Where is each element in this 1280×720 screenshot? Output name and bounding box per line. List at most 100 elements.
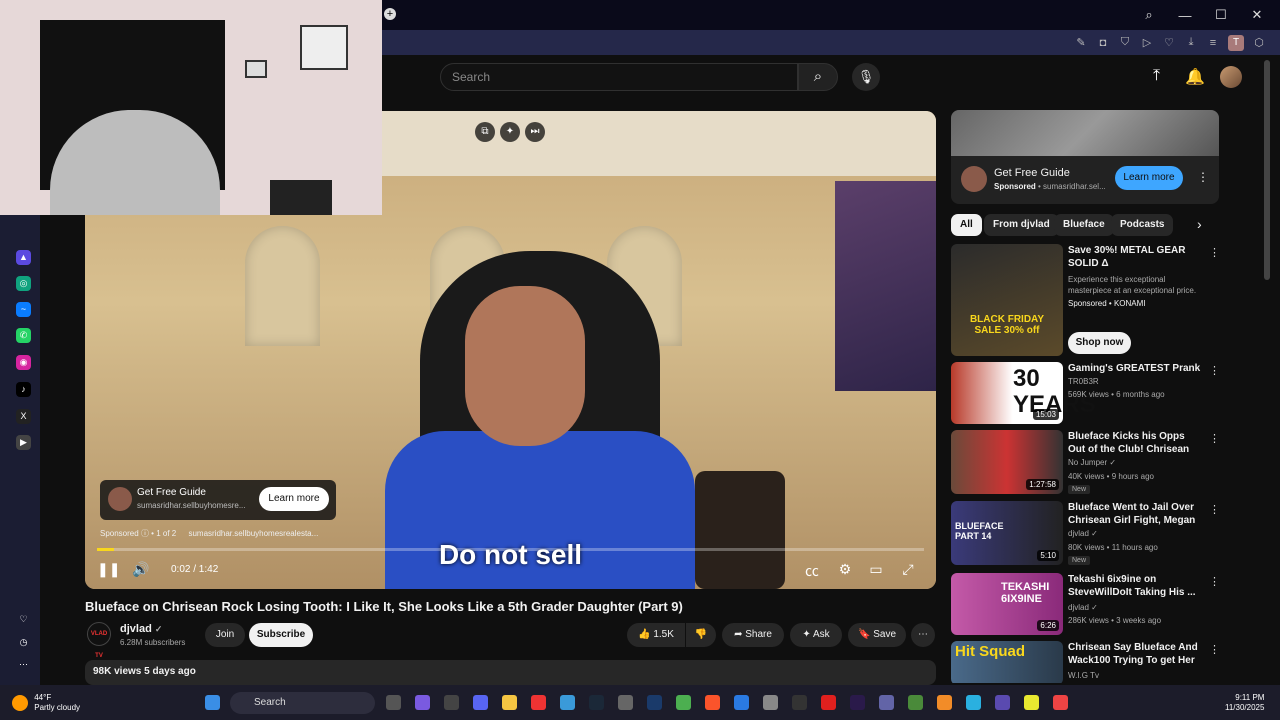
task-view-icon[interactable] xyxy=(386,695,401,710)
settings-icon[interactable]: ⚙ xyxy=(835,561,855,578)
whatsapp-icon[interactable]: ✆ xyxy=(16,328,31,343)
volume-icon[interactable]: 🔊 xyxy=(131,561,151,578)
opera-icon[interactable] xyxy=(821,695,836,710)
player-icon[interactable]: ▶ xyxy=(16,435,31,450)
channel-name[interactable]: djvlad ✓ xyxy=(120,623,162,635)
theater-icon[interactable]: ▭ xyxy=(866,561,886,578)
taskbar-search[interactable]: Search xyxy=(230,692,375,714)
ask-button[interactable]: ✦ Ask xyxy=(790,623,842,647)
more-icon[interactable]: ⋮ xyxy=(1209,575,1220,588)
teams-icon[interactable] xyxy=(879,695,894,710)
chevron-right-icon[interactable]: › xyxy=(1197,216,1202,232)
play-icon[interactable]: ▷ xyxy=(1140,36,1154,49)
app-icon[interactable] xyxy=(444,695,459,710)
maximize-button[interactable]: ☐ xyxy=(1214,7,1228,23)
rec-channel[interactable]: djvlad ✓ xyxy=(1068,529,1098,538)
page-scrollbar[interactable] xyxy=(1264,60,1270,280)
history-icon[interactable]: ◷ xyxy=(16,635,31,650)
skip-icon[interactable]: ⏭ xyxy=(525,122,545,142)
progress-bar[interactable] xyxy=(97,548,924,551)
list-item[interactable]: 1:27:58 Blueface Kicks his Opps Out of t… xyxy=(951,430,1220,494)
upload-icon[interactable]: ⤒ xyxy=(1153,67,1160,85)
chip-all[interactable]: All xyxy=(951,214,982,236)
new-tab-button[interactable]: + xyxy=(384,8,396,20)
list-item[interactable]: 30 YEARS 15:03 Gaming's GREATEST Prank T… xyxy=(951,362,1220,424)
download-icon[interactable]: ⤓ xyxy=(1184,36,1198,49)
app-icon[interactable] xyxy=(1024,695,1039,710)
pause-icon[interactable]: ❚❚ xyxy=(97,561,120,578)
obs-icon[interactable] xyxy=(618,695,633,710)
search-button[interactable]: ⌕ xyxy=(798,63,838,91)
sidebar-ad-learn-more-button[interactable]: Learn more xyxy=(1115,166,1183,190)
shield-icon[interactable]: ⛉ xyxy=(1118,36,1132,49)
captions-icon[interactable]: ㏄ xyxy=(802,561,822,581)
list-item[interactable]: BLUEFACE PART 14 5:10 Blueface Went to J… xyxy=(951,501,1220,565)
copilot-icon[interactable] xyxy=(415,695,430,710)
app-icon[interactable] xyxy=(937,695,952,710)
like-button[interactable]: 👍 1.5K xyxy=(627,623,685,647)
sidebar-ad-more-icon[interactable]: ⋮ xyxy=(1197,170,1209,184)
voice-search-button[interactable]: 🎙 xyxy=(852,63,880,91)
more-icon[interactable]: ⋮ xyxy=(1209,246,1220,259)
chatgpt-icon[interactable]: ◎ xyxy=(16,276,31,291)
rec-channel[interactable]: W.I.G Tv xyxy=(1068,671,1099,680)
bell-icon[interactable]: 🔔 xyxy=(1185,67,1205,87)
dislike-button[interactable]: 👎 xyxy=(686,623,716,647)
more-actions-button[interactable]: ⋯ xyxy=(911,623,935,647)
messenger-icon[interactable]: ~ xyxy=(16,302,31,317)
chip-from-djvlad[interactable]: From djvlad xyxy=(984,214,1059,236)
shop-now-button[interactable]: Shop now xyxy=(1068,332,1131,354)
rec-channel[interactable]: No Jumper ✓ xyxy=(1068,458,1116,467)
description-box[interactable]: 98K views 5 days ago xyxy=(85,660,936,685)
list-item[interactable]: BLACK FRIDAY SALE 30% off Save 30%! META… xyxy=(951,244,1220,356)
list-item[interactable]: TEKASHI 6IX9INE 6:26 Tekashi 6ix9ine on … xyxy=(951,573,1220,635)
more-icon[interactable]: ⋮ xyxy=(1209,364,1220,377)
sidebar-ad[interactable]: Get Free Guide Sponsored • sumasridhar.s… xyxy=(951,110,1219,204)
discord-icon[interactable] xyxy=(473,695,488,710)
close-button[interactable]: ✕ xyxy=(1250,7,1264,23)
effects-icon[interactable]: ✦ xyxy=(500,122,520,142)
instagram-icon[interactable]: ◉ xyxy=(16,355,31,370)
search-tabs-icon[interactable]: ⌕ xyxy=(1142,7,1156,23)
more-icon[interactable]: ⋮ xyxy=(1209,643,1219,656)
ad-learn-more-button[interactable]: Learn more xyxy=(259,487,329,511)
ad-overlay-card[interactable]: Get Free Guide sumasridhar.sellbuyhomesr… xyxy=(100,480,336,520)
profile-button[interactable]: T xyxy=(1228,34,1244,51)
save-button[interactable]: 🔖 Save xyxy=(848,623,906,647)
info-icon[interactable]: ⓘ xyxy=(141,529,151,538)
share-button[interactable]: ➦ Share xyxy=(722,623,784,647)
opera-gx-icon[interactable] xyxy=(531,695,546,710)
app-icon[interactable] xyxy=(734,695,749,710)
minimize-button[interactable]: — xyxy=(1178,8,1192,23)
app-icon[interactable] xyxy=(560,695,575,710)
list-item[interactable]: Hit Squad Chrisean Say Blueface And Wack… xyxy=(951,641,1219,683)
search-input[interactable]: Search xyxy=(440,63,798,91)
extensions-icon[interactable]: ⬡ xyxy=(1252,36,1266,49)
more-icon[interactable]: ⋮ xyxy=(1209,503,1220,516)
miniplayer-icon[interactable]: ⧉ xyxy=(475,122,495,142)
app-icon[interactable] xyxy=(763,695,778,710)
aria-icon[interactable]: ▲ xyxy=(16,250,31,265)
app-icon[interactable] xyxy=(1053,695,1068,710)
taskbar-clock[interactable]: 9:11 PM 11/30/2025 xyxy=(1225,693,1264,713)
app-icon[interactable] xyxy=(995,695,1010,710)
steam-icon[interactable] xyxy=(589,695,604,710)
notepad-icon[interactable] xyxy=(966,695,981,710)
channel-avatar[interactable]: VLAD TV xyxy=(87,622,111,659)
avatar[interactable] xyxy=(1220,66,1242,88)
brave-icon[interactable] xyxy=(705,695,720,710)
heart-icon[interactable]: ♡ xyxy=(1162,36,1176,49)
start-button[interactable] xyxy=(205,695,220,710)
minecraft-icon[interactable] xyxy=(908,695,923,710)
fullscreen-icon[interactable]: ⤢ xyxy=(898,561,918,578)
weather-widget[interactable]: 44°F Partly cloudy xyxy=(12,693,80,713)
more-icon[interactable]: ⋯ xyxy=(16,657,31,672)
premiere-icon[interactable] xyxy=(850,695,865,710)
chip-podcasts[interactable]: Podcasts xyxy=(1111,214,1174,236)
rec-channel[interactable]: TR0B3R xyxy=(1068,377,1099,386)
edit-icon[interactable]: ✎ xyxy=(1074,36,1088,49)
app-icon[interactable] xyxy=(792,695,807,710)
sponsored-url[interactable]: sumasridhar.sellbuyhomesrealesta... xyxy=(188,529,318,538)
chip-blueface[interactable]: Blueface xyxy=(1054,214,1114,236)
subscribe-button[interactable]: Subscribe xyxy=(249,623,313,647)
